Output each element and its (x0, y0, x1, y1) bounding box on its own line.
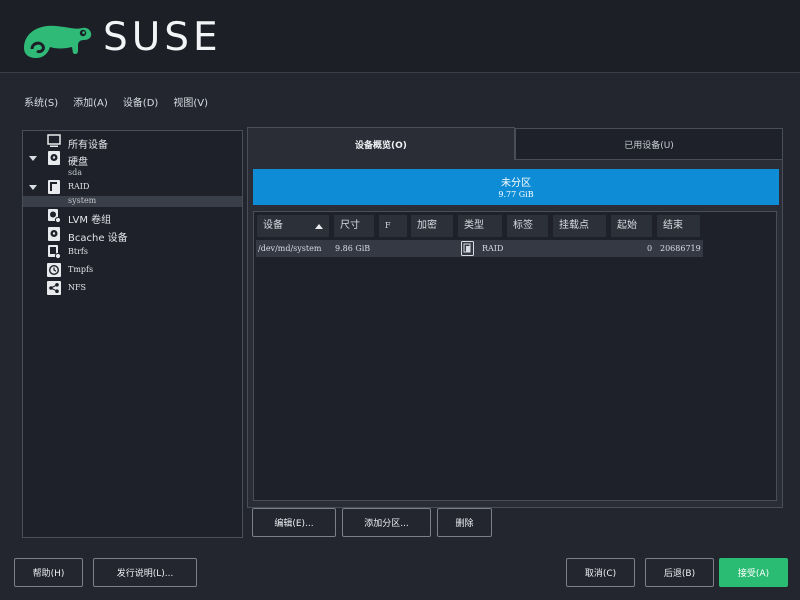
column-header-end[interactable]: 结束 (657, 215, 700, 237)
disk-icon (48, 151, 60, 165)
column-header-start[interactable]: 起始 (611, 215, 652, 237)
column-header-device[interactable]: 设备 (257, 215, 329, 237)
tree-item-label: 所有设备 (68, 140, 108, 151)
tree-item-label: sda (68, 168, 82, 177)
tree-item-sda[interactable]: sda (23, 167, 242, 179)
column-header-mount[interactable]: 挂载点 (553, 215, 606, 237)
column-header-size[interactable]: 尺寸 (334, 215, 374, 237)
menu-add[interactable]: 添加(A) (73, 97, 108, 113)
tree-item-raid[interactable]: RAID (23, 179, 242, 196)
release-notes-button[interactable]: 发行说明(L)... (93, 558, 197, 587)
tab-device-overview[interactable]: 设备概览(O) (247, 127, 515, 161)
device-table: 设备 尺寸 F 加密 类型 标签 挂载点 起始 结束 /dev/md/syste… (253, 211, 777, 501)
help-button[interactable]: 帮助(H) (14, 558, 83, 587)
lvm-icon (48, 209, 61, 223)
tab-used-devices[interactable]: 已用设备(U) (515, 128, 783, 160)
tree-item-lvm[interactable]: LVM 卷组 (23, 208, 242, 226)
column-header-format[interactable]: F (379, 215, 407, 237)
monitor-icon (47, 134, 61, 147)
menu-view[interactable]: 视图(V) (173, 97, 208, 113)
tree-item-label: LVM 卷组 (68, 215, 112, 226)
chameleon-logo-icon (24, 25, 92, 59)
tree-item-system[interactable]: system (23, 196, 242, 207)
tmpfs-icon (47, 263, 61, 277)
tree-item-label: 硬盘 (68, 157, 88, 168)
back-button[interactable]: 后退(B) (645, 558, 714, 587)
brand-wordmark: SUSE (103, 15, 222, 60)
tree-item-all-devices[interactable]: 所有设备 (23, 133, 242, 151)
unpartitioned-size: 9.77 GiB (498, 190, 534, 199)
tree-item-label: Tmpfs (68, 265, 94, 274)
tree-item-tmpfs[interactable]: Tmpfs (23, 262, 242, 280)
header-bar: SUSE (0, 0, 800, 73)
column-header-label-col[interactable]: 标签 (507, 215, 548, 237)
cancel-button[interactable]: 取消(C) (566, 558, 635, 587)
sort-ascending-icon (315, 224, 323, 229)
tree-item-label: RAID (68, 182, 90, 191)
tree-item-bcache[interactable]: Bcache 设备 (23, 226, 242, 244)
cell-device: /dev/md/system (258, 244, 322, 253)
menu-device[interactable]: 设备(D) (123, 97, 159, 113)
cell-start: 0 (647, 244, 653, 253)
expand-arrow-icon[interactable] (29, 156, 37, 161)
menu-system[interactable]: 系统(S) (24, 97, 58, 113)
tree-item-nfs[interactable]: NFS (23, 280, 242, 298)
cell-size: 9.86 GiB (335, 244, 371, 253)
btrfs-icon (48, 245, 61, 259)
menu-bar: 系统(S) 添加(A) 设备(D) 视图(V) (24, 97, 223, 113)
tree-item-label: Bcache 设备 (68, 233, 128, 244)
device-tree: 所有设备 硬盘 sda RAID system LVM 卷组 Bcache 设备… (22, 130, 243, 538)
tree-item-label: NFS (68, 283, 87, 292)
column-header-encrypt[interactable]: 加密 (411, 215, 453, 237)
accept-button[interactable]: 接受(A) (719, 558, 788, 587)
column-header-label: 设备 (263, 220, 283, 231)
bcache-icon (48, 227, 60, 241)
tree-item-label: Btrfs (68, 247, 88, 256)
tab-bar: 设备概览(O) 已用设备(U) (247, 127, 783, 161)
edit-button[interactable]: 编辑(E)... (252, 508, 336, 537)
cell-type: RAID (482, 244, 504, 253)
unpartitioned-label: 未分区 (501, 178, 531, 189)
expand-arrow-icon[interactable] (29, 185, 37, 190)
tree-item-label: system (68, 196, 97, 205)
column-header-type[interactable]: 类型 (458, 215, 502, 237)
raid-icon (48, 180, 60, 194)
cell-end: 20686719 (660, 244, 701, 253)
nfs-icon (47, 281, 61, 295)
add-partition-button[interactable]: 添加分区... (342, 508, 431, 537)
tree-item-btrfs[interactable]: Btrfs (23, 244, 242, 262)
tree-item-disks[interactable]: 硬盘 (23, 151, 242, 168)
delete-button[interactable]: 删除 (437, 508, 492, 537)
table-row[interactable]: /dev/md/system 9.86 GiB RAID 0 20686719 (256, 240, 703, 257)
unpartitioned-bar[interactable]: 未分区 9.77 GiB (253, 169, 779, 205)
raid-icon (461, 241, 474, 256)
